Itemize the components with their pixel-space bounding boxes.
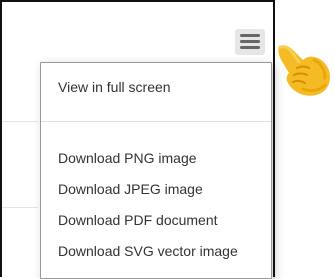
gridline	[2, 121, 38, 122]
menu-item-download-jpeg[interactable]: Download JPEG image	[58, 180, 203, 198]
menu-item-download-pdf[interactable]: Download PDF document	[58, 211, 218, 229]
pointing-hand-emoji-icon	[276, 39, 334, 97]
menu-item-download-png[interactable]: Download PNG image	[58, 149, 197, 167]
menu-separator	[41, 121, 271, 122]
gridline	[2, 207, 38, 208]
chart-context-menu-button[interactable]	[235, 29, 265, 55]
menu-item-view-full-screen[interactable]: View in full screen	[58, 78, 171, 96]
chart-container: View in full screen Download PNG image D…	[0, 0, 275, 279]
menu-item-download-svg[interactable]: Download SVG vector image	[58, 242, 238, 260]
hamburger-menu-icon	[240, 34, 260, 49]
chart-export-menu: View in full screen Download PNG image D…	[40, 62, 272, 279]
